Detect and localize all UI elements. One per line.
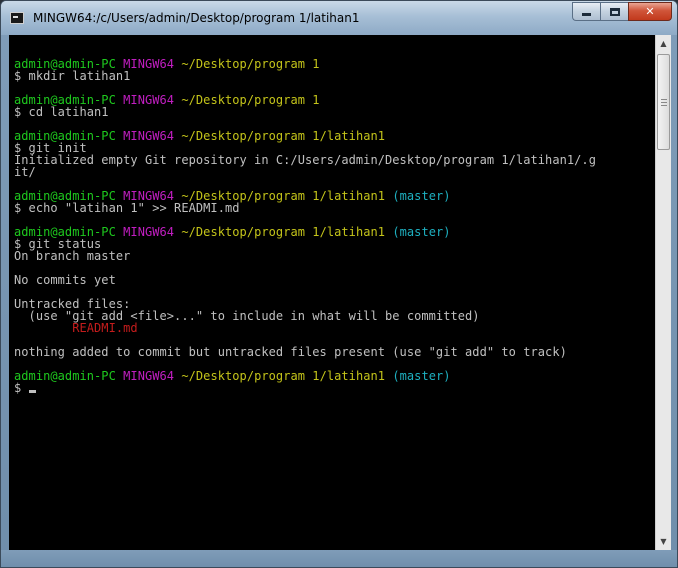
terminal-text: it/ — [14, 165, 36, 179]
terminal-path-text: ~/Desktop/program 1 — [181, 57, 320, 71]
terminal-text: Initialized empty Git repository in C:/U… — [14, 153, 596, 167]
terminal-line: On branch master — [14, 250, 596, 262]
terminal-text: $ echo "latihan 1" >> READMI.md — [14, 201, 240, 215]
title-bar[interactable]: MINGW64:/c/Users/admin/Desktop/program 1… — [1, 1, 677, 35]
close-button[interactable]: ✕ — [628, 2, 672, 21]
terminal-system-text: MINGW64 — [123, 369, 175, 383]
terminal-system-text: MINGW64 — [123, 129, 175, 143]
scrollbar-grip — [661, 102, 667, 103]
scroll-up-arrow-icon[interactable]: ▲ — [656, 35, 671, 52]
terminal-branch-text: (master) — [392, 225, 451, 239]
text-cursor — [28, 390, 36, 393]
terminal-window: MINGW64:/c/Users/admin/Desktop/program 1… — [0, 0, 678, 568]
window-title: MINGW64:/c/Users/admin/Desktop/program 1… — [33, 11, 360, 25]
terminal-text: nothing added to commit but untracked fi… — [14, 345, 567, 359]
terminal-branch-text: (master) — [392, 189, 451, 203]
terminal-untracked-text: READMI.md — [72, 321, 138, 335]
console-app-icon[interactable] — [10, 12, 24, 24]
terminal-line: No commits yet — [14, 274, 596, 286]
terminal-branch-text: (master) — [392, 369, 451, 383]
maximize-icon — [609, 7, 620, 16]
terminal-text: $ mkdir latihan1 — [14, 69, 131, 83]
close-icon: ✕ — [645, 5, 655, 18]
terminal-line: $ echo "latihan 1" >> READMI.md — [14, 202, 596, 214]
terminal-text: $ — [14, 381, 29, 395]
terminal-line: Initialized empty Git repository in C:/U… — [14, 154, 596, 166]
terminal-system-text: MINGW64 — [123, 225, 175, 239]
scrollbar-thumb[interactable] — [657, 54, 670, 150]
terminal-line: admin@admin-PC MINGW64 ~/Desktop/program… — [14, 370, 596, 382]
terminal-system-text: MINGW64 — [123, 57, 175, 71]
terminal-line: it/ — [14, 166, 596, 178]
window-bottom-frame — [1, 550, 677, 567]
scrollbar-grip — [661, 105, 667, 106]
scroll-down-arrow-icon[interactable]: ▼ — [656, 533, 671, 550]
terminal-user-text: admin@admin-PC — [14, 369, 116, 383]
terminal-text: On branch master — [14, 249, 131, 263]
terminal-line: $ cd latihan1 — [14, 106, 596, 118]
terminal-text: No commits yet — [14, 273, 116, 287]
scrollbar-grip — [661, 99, 667, 100]
vertical-scrollbar[interactable]: ▲ ▼ — [655, 35, 671, 550]
terminal-text: $ cd latihan1 — [14, 105, 109, 119]
terminal-line: $ — [14, 382, 596, 394]
terminal-system-text: MINGW64 — [123, 93, 175, 107]
minimize-button[interactable] — [572, 2, 600, 21]
terminal-path-text: ~/Desktop/program 1/latihan1 — [181, 369, 386, 383]
terminal-line: $ mkdir latihan1 — [14, 70, 596, 82]
maximize-button[interactable] — [600, 2, 628, 21]
minimize-icon — [582, 13, 591, 16]
terminal-path-text: ~/Desktop/program 1 — [181, 93, 320, 107]
terminal-line: nothing added to commit but untracked fi… — [14, 346, 596, 358]
terminal-line: admin@admin-PC MINGW64 ~/Desktop/program… — [14, 130, 596, 142]
terminal-line: READMI.md — [14, 322, 596, 334]
window-controls: ✕ — [572, 2, 672, 22]
terminal-path-text: ~/Desktop/program 1/latihan1 — [181, 129, 386, 143]
terminal-lines: admin@admin-PC MINGW64 ~/Desktop/program… — [14, 46, 596, 394]
terminal-path-text: ~/Desktop/program 1/latihan1 — [181, 225, 386, 239]
terminal-output[interactable]: admin@admin-PC MINGW64 ~/Desktop/program… — [9, 35, 655, 550]
